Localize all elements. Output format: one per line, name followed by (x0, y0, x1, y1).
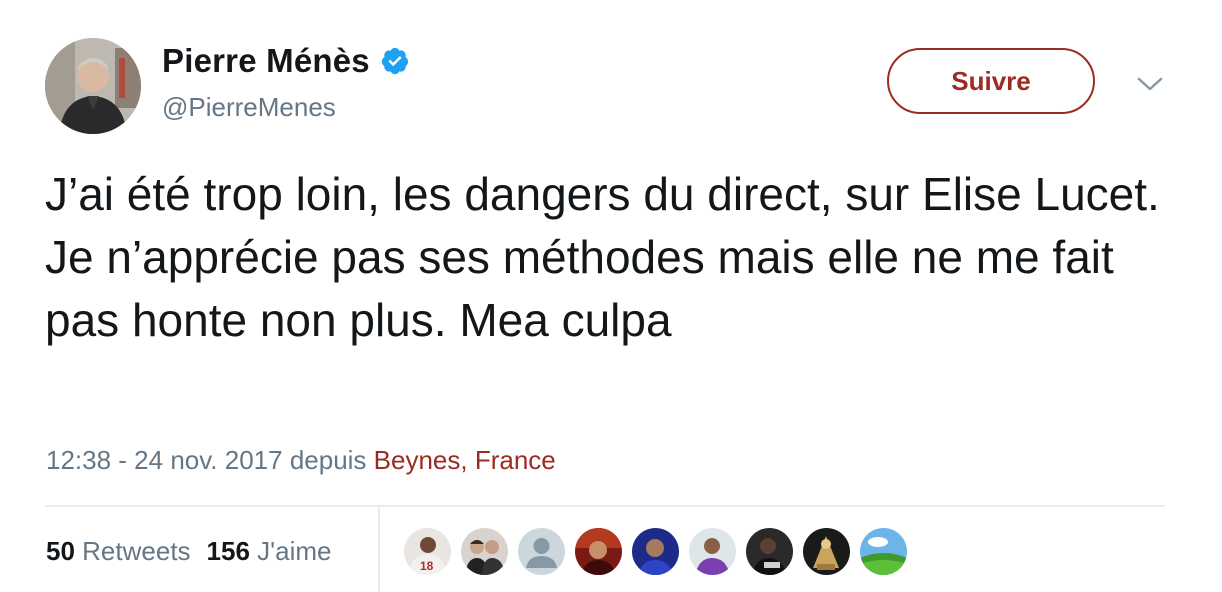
svg-text:18: 18 (420, 559, 434, 573)
liker-avatar[interactable]: 18 (404, 528, 451, 575)
tweet-location-link[interactable]: Beynes, France (374, 445, 556, 475)
liker-avatar[interactable] (518, 528, 565, 575)
tweet-text: J’ai été trop loin, les dangers du direc… (45, 168, 1160, 346)
liker-avatar[interactable] (632, 528, 679, 575)
likes-label: J'aime (257, 536, 332, 566)
liker-avatar[interactable] (860, 528, 907, 575)
tweet-metadata: 12:38 - 24 nov. 2017 depuis Beynes, Fran… (46, 445, 556, 476)
verified-badge-icon (381, 47, 408, 75)
follow-button[interactable]: Suivre (887, 48, 1095, 114)
likers-avatars: 18 (404, 528, 917, 575)
retweets-label: Retweets (82, 536, 191, 566)
profile-avatar[interactable] (45, 38, 141, 134)
user-handle[interactable]: @PierreMenes (162, 92, 336, 123)
retweets-stat[interactable]: 50 Retweets (46, 536, 191, 566)
stats-vertical-divider (378, 507, 380, 592)
tweet-stats: 50 Retweets 156 J'aime (46, 536, 332, 567)
chevron-down-icon[interactable] (1136, 74, 1164, 94)
stats-divider (45, 505, 1165, 507)
liker-avatar[interactable] (689, 528, 736, 575)
liker-avatar[interactable] (803, 528, 850, 575)
liker-avatar[interactable] (746, 528, 793, 575)
retweets-count: 50 (46, 536, 75, 566)
liker-avatar[interactable] (461, 528, 508, 575)
display-name[interactable]: Pierre Ménès (162, 42, 410, 80)
tweet-timestamp[interactable]: 12:38 - 24 nov. 2017 depuis (46, 445, 374, 475)
display-name-text[interactable]: Pierre Ménès (162, 42, 370, 80)
liker-avatar[interactable] (575, 528, 622, 575)
likes-count: 156 (206, 536, 250, 566)
likes-stat[interactable]: 156 J'aime (207, 536, 332, 566)
